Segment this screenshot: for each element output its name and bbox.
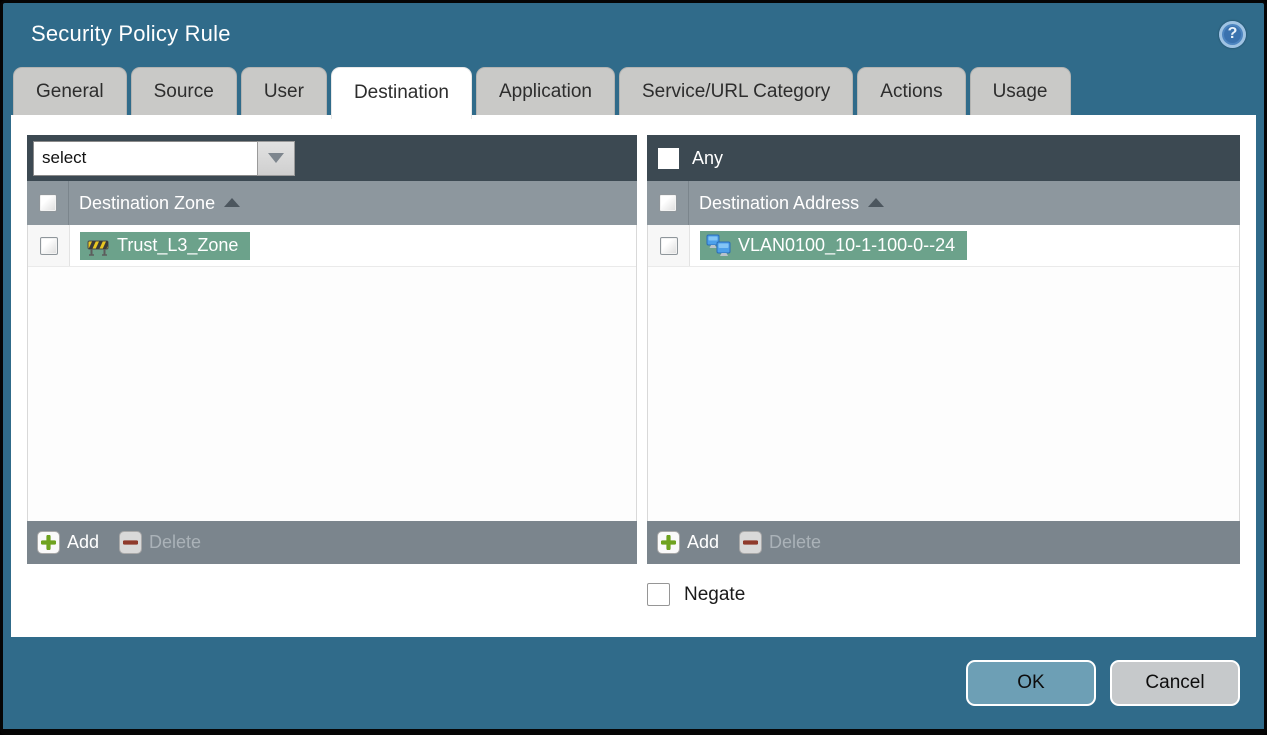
table-row: VLAN0100_10-1-100-0--24 <box>648 225 1239 267</box>
zone-row-checkbox-cell <box>28 225 70 266</box>
zone-delete-label: Delete <box>149 532 202 552</box>
network-computers-icon <box>706 234 731 256</box>
zone-select-all-checkbox[interactable] <box>38 194 57 212</box>
address-select-all-checkbox[interactable] <box>658 194 677 212</box>
address-add-label: Add <box>687 532 720 552</box>
dialog-footer: OK Cancel <box>3 637 1264 729</box>
address-delete-label: Delete <box>769 532 822 552</box>
zone-item-label: Trust_L3_Zone <box>117 235 239 255</box>
ok-button[interactable]: OK <box>966 660 1096 706</box>
tab-source[interactable]: Source <box>130 67 237 115</box>
address-column-label[interactable]: Destination Address <box>699 193 859 214</box>
zone-column-label[interactable]: Destination Zone <box>79 193 215 214</box>
tab-general[interactable]: General <box>13 67 127 115</box>
tab-destination[interactable]: Destination <box>330 67 472 119</box>
delete-minus-icon <box>119 531 143 554</box>
delete-minus-icon <box>739 531 763 554</box>
zone-item-trust-l3-zone[interactable]: Trust_L3_Zone <box>80 231 251 260</box>
zone-rows-area: Trust_L3_Zone <box>27 225 637 521</box>
any-label: Any <box>692 147 724 168</box>
negate-label: Negate <box>684 583 746 605</box>
zone-panel-toolbar <box>27 135 637 181</box>
address-row-checkbox-cell <box>648 225 690 266</box>
address-panel-toolbar: Any <box>647 135 1240 181</box>
zone-delete-button[interactable]: Delete <box>119 531 201 554</box>
tab-user[interactable]: User <box>240 67 327 115</box>
any-checkbox[interactable] <box>658 147 679 169</box>
table-row: Trust_L3_Zone <box>28 225 636 267</box>
destination-zone-panel: Destination Zone <box>27 135 637 564</box>
sort-ascending-icon[interactable] <box>224 197 241 207</box>
sort-ascending-icon[interactable] <box>868 197 885 207</box>
destination-tab-content: Destination Zone <box>11 115 1256 637</box>
zone-icon <box>87 240 109 256</box>
chevron-down-icon <box>268 153 284 163</box>
zone-select-dropdown-button[interactable] <box>257 140 295 176</box>
tab-usage[interactable]: Usage <box>969 67 1071 115</box>
negate-checkbox[interactable] <box>647 583 670 606</box>
zone-column-header: Destination Zone <box>27 181 637 225</box>
add-plus-icon <box>657 531 680 554</box>
zone-add-label: Add <box>67 532 100 552</box>
zone-select-input[interactable] <box>33 140 257 176</box>
dialog-title: Security Policy Rule <box>31 21 231 46</box>
tab-service-url-category[interactable]: Service/URL Category <box>618 67 854 115</box>
add-plus-icon <box>37 531 60 554</box>
zone-add-button[interactable]: Add <box>37 531 99 554</box>
negate-row: Negate <box>647 583 1240 606</box>
address-add-button[interactable]: Add <box>657 531 719 554</box>
zone-select-combo <box>33 140 295 176</box>
address-item-label: VLAN0100_10-1-100-0--24 <box>738 235 956 255</box>
help-icon[interactable]: ? <box>1219 20 1246 48</box>
tab-application[interactable]: Application <box>476 67 615 115</box>
security-policy-rule-dialog: Security Policy Rule ? General Source Us… <box>0 0 1267 735</box>
tab-bar: General Source User Destination Applicat… <box>3 65 1264 119</box>
address-rows-area: VLAN0100_10-1-100-0--24 <box>647 225 1240 521</box>
tab-actions[interactable]: Actions <box>857 67 966 115</box>
address-delete-button[interactable]: Delete <box>739 531 821 554</box>
address-item-vlan0100[interactable]: VLAN0100_10-1-100-0--24 <box>700 231 968 260</box>
destination-address-panel: Any Destination Address VLAN0100_10-1-10… <box>647 135 1240 564</box>
address-row-checkbox[interactable] <box>659 236 678 255</box>
zone-panel-footer: Add Delete <box>27 521 637 564</box>
zone-row-checkbox[interactable] <box>39 236 58 255</box>
address-panel-footer: Add Delete <box>647 521 1240 564</box>
cancel-button[interactable]: Cancel <box>1110 660 1240 706</box>
address-select-all-cell <box>647 181 689 225</box>
address-column-header: Destination Address <box>647 181 1240 225</box>
zone-select-all-cell <box>27 181 69 225</box>
titlebar: Security Policy Rule ? <box>3 3 1264 65</box>
